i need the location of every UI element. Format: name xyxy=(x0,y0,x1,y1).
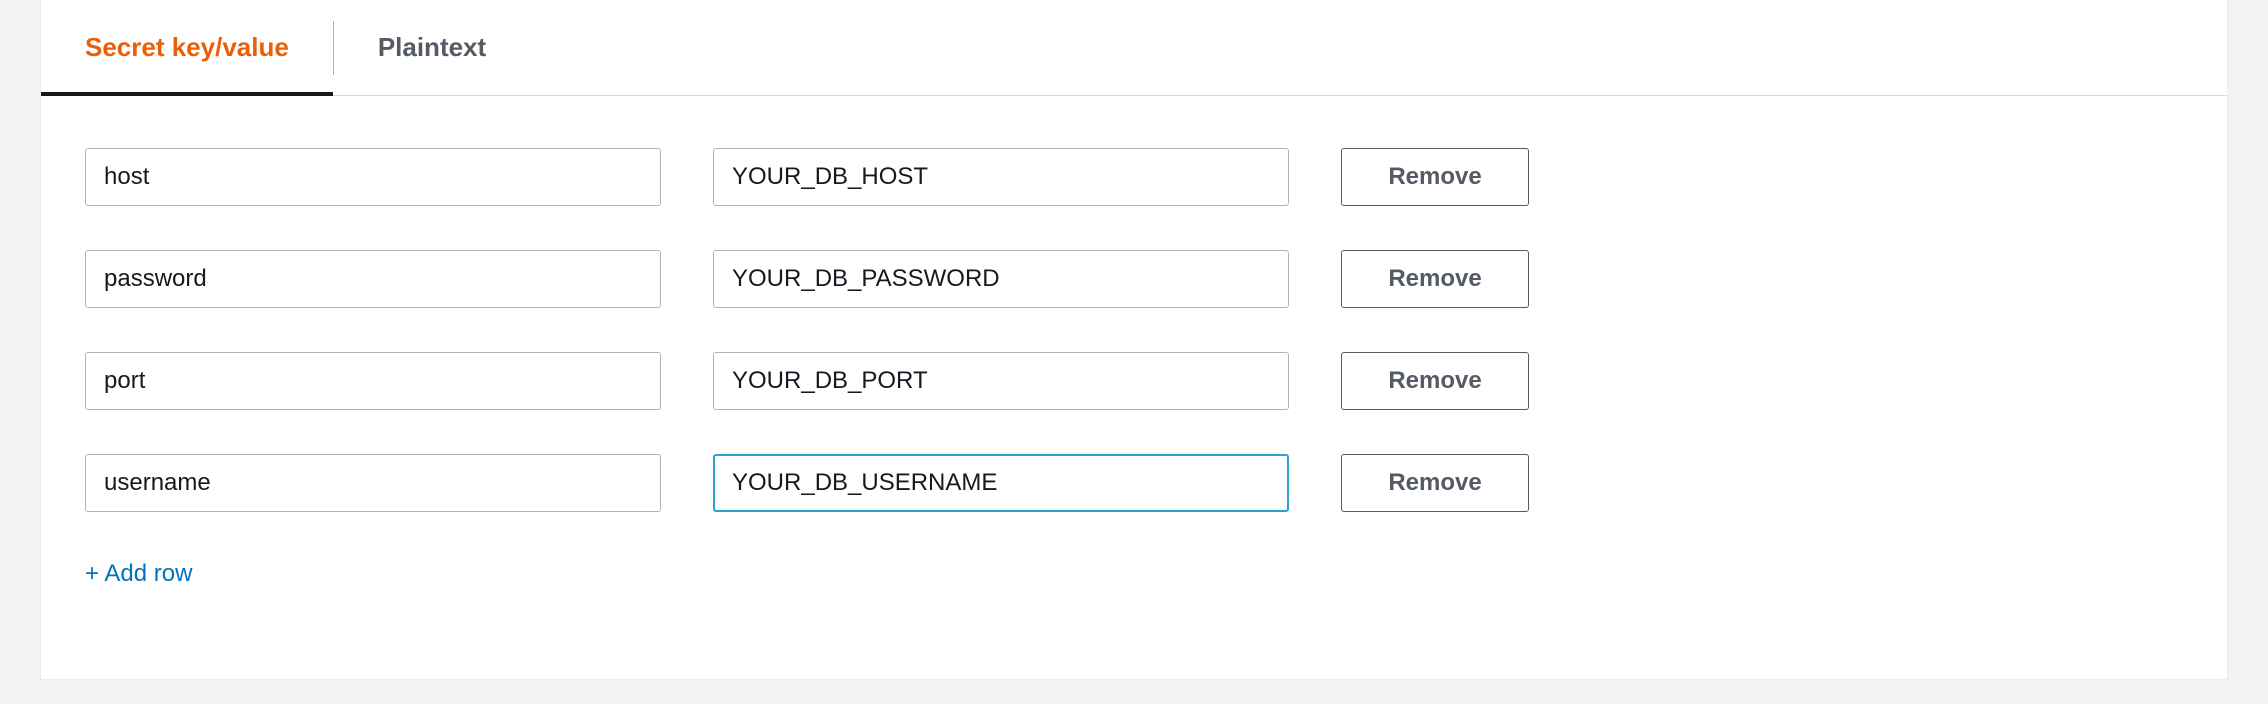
tab-plaintext[interactable]: Plaintext xyxy=(334,0,530,95)
kv-row: Remove xyxy=(85,352,2183,410)
remove-button[interactable]: Remove xyxy=(1341,352,1529,410)
remove-button[interactable]: Remove xyxy=(1341,454,1529,512)
value-input[interactable] xyxy=(713,148,1289,206)
page-outer: Secret key/value Plaintext Remove Remove… xyxy=(0,0,2268,680)
kv-row: Remove xyxy=(85,454,2183,512)
key-input[interactable] xyxy=(85,148,661,206)
value-input[interactable] xyxy=(713,454,1289,512)
remove-button[interactable]: Remove xyxy=(1341,250,1529,308)
key-input[interactable] xyxy=(85,352,661,410)
remove-button[interactable]: Remove xyxy=(1341,148,1529,206)
key-input[interactable] xyxy=(85,250,661,308)
add-row-link[interactable]: + Add row xyxy=(85,560,192,588)
key-input[interactable] xyxy=(85,454,661,512)
secret-panel: Secret key/value Plaintext Remove Remove… xyxy=(40,0,2228,680)
tab-secret-key-value[interactable]: Secret key/value xyxy=(41,0,333,95)
kv-row: Remove xyxy=(85,148,2183,206)
kv-row: Remove xyxy=(85,250,2183,308)
key-value-rows: Remove Remove Remove Remove + Add row xyxy=(41,96,2227,618)
value-input[interactable] xyxy=(713,352,1289,410)
tabs-bar: Secret key/value Plaintext xyxy=(41,0,2227,96)
value-input[interactable] xyxy=(713,250,1289,308)
